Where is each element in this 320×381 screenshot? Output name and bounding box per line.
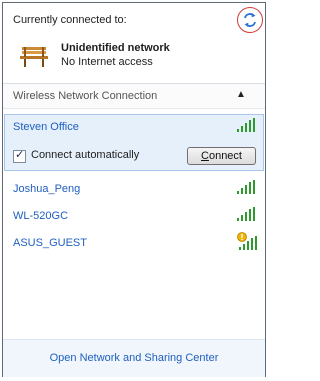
unsecured-signal-icon xyxy=(237,232,257,250)
signal-bars-icon xyxy=(237,118,255,132)
bench-icon xyxy=(20,47,48,67)
network-name: ASUS_GUEST xyxy=(13,237,87,249)
network-flyout: Currently connected to: Unidentified net… xyxy=(2,2,266,377)
current-network-name: Unidentified network xyxy=(61,42,170,54)
network-name: Joshua_Peng xyxy=(13,183,81,195)
refresh-button[interactable] xyxy=(237,7,263,33)
wireless-section-title: Wireless Network Connection xyxy=(13,90,158,102)
connect-button[interactable]: Connect xyxy=(187,147,256,165)
connect-automatically-label: Connect automatically xyxy=(31,149,140,161)
footer-bar: Open Network and Sharing Center xyxy=(3,339,265,377)
refresh-icon xyxy=(244,13,256,27)
open-network-sharing-center-link[interactable]: Open Network and Sharing Center xyxy=(3,352,265,364)
chevron-up-icon: ▲ xyxy=(236,89,246,100)
connect-automatically-checkbox[interactable] xyxy=(13,148,26,163)
wireless-section-header[interactable]: Wireless Network Connection ▲ xyxy=(3,83,265,109)
signal-bars-icon xyxy=(237,207,255,221)
connected-to-label: Currently connected to: xyxy=(13,14,127,26)
network-name: WL-520GC xyxy=(13,210,69,222)
network-name: Steven Office xyxy=(13,121,79,133)
connection-status-header: Currently connected to: Unidentified net… xyxy=(3,3,265,81)
signal-bars-icon xyxy=(237,180,255,194)
current-network-status: No Internet access xyxy=(61,56,153,68)
